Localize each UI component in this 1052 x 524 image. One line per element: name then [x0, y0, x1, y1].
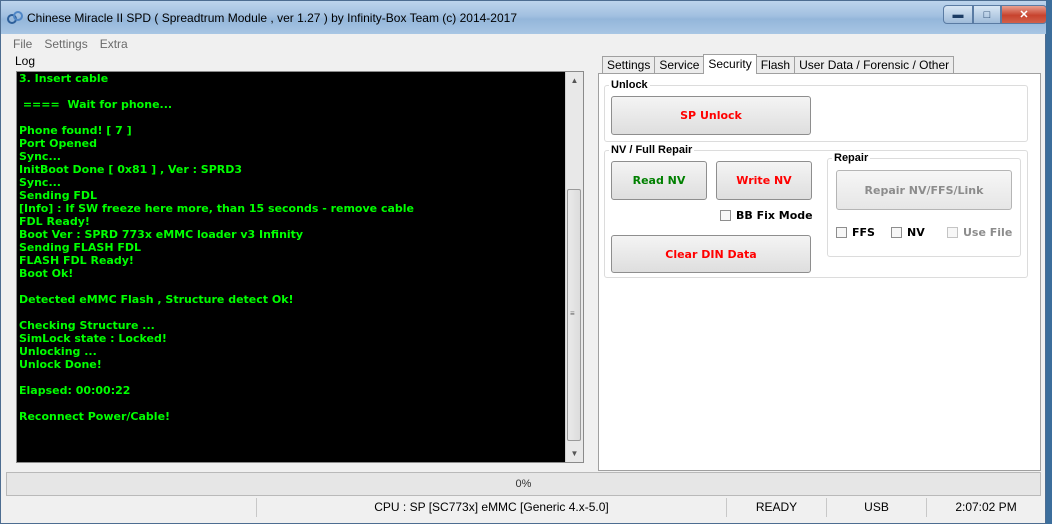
nv-repair-group: NV / Full Repair Read NV Write NV BB Fix… — [604, 144, 1028, 278]
maximize-button[interactable]: □ — [973, 5, 1001, 24]
checkbox-box[interactable] — [836, 227, 847, 238]
status-cpu: CPU : SP [SC773x] eMMC [Generic 4.x-5.0] — [257, 498, 727, 517]
log-line: 3. Insert cable — [19, 72, 109, 85]
sp-unlock-button[interactable]: SP Unlock — [611, 96, 811, 135]
log-line: Unlock Done! — [19, 358, 102, 371]
log-line: FLASH FDL Ready! — [19, 254, 134, 267]
unlock-group-title: Unlock — [609, 79, 650, 91]
progress-text: 0% — [515, 478, 532, 490]
repair-group: Repair Repair NV/FFS/Link FFS NV Use Fil… — [827, 152, 1021, 257]
log-line: [Info] : If SW freeze here more, than 15… — [19, 202, 415, 215]
log-line: Checking Structure ... — [19, 319, 155, 332]
log-text-area[interactable]: 3. Insert cable ==== Wait for phone... Ph… — [19, 72, 564, 460]
log-line: Detected eMMC Flash , Structure detect O… — [19, 293, 294, 306]
use-file-checkbox[interactable]: Use File — [947, 226, 1012, 239]
log-line: ==== Wait for phone... — [19, 98, 173, 111]
progress-bar: 0% — [6, 472, 1041, 496]
checkbox-box[interactable] — [947, 227, 958, 238]
window-title: Chinese Miracle II SPD ( Spreadtrum Modu… — [27, 11, 517, 25]
read-nv-button[interactable]: Read NV — [611, 161, 707, 200]
status-state: READY — [727, 498, 827, 517]
tab-strip: Settings Service Security Flash User Dat… — [602, 54, 955, 74]
log-line: Sync... — [19, 150, 61, 163]
menu-bar: File Settings Extra — [7, 34, 1047, 53]
log-line: Phone found! [ 7 ] — [19, 124, 132, 137]
maximize-icon: □ — [983, 8, 991, 21]
app-window: Chinese Miracle II SPD ( Spreadtrum Modu… — [0, 0, 1047, 524]
title-bar[interactable]: Chinese Miracle II SPD ( Spreadtrum Modu… — [1, 1, 1047, 34]
ffs-checkbox[interactable]: FFS — [836, 226, 875, 239]
security-tab-panel: Unlock SP Unlock NV / Full Repair Read N… — [598, 73, 1041, 471]
repair-nv-ffs-link-button[interactable]: Repair NV/FFS/Link — [836, 170, 1012, 210]
nv-repair-group-title: NV / Full Repair — [609, 144, 695, 156]
window-controls: ▬ □ ✕ — [943, 5, 1047, 24]
log-line: Boot Ok! — [19, 267, 74, 280]
repair-group-title: Repair — [832, 152, 871, 164]
checkbox-box[interactable] — [891, 227, 902, 238]
log-line: SimLock state : Locked! — [19, 332, 167, 345]
menu-settings[interactable]: Settings — [38, 34, 93, 53]
tab-settings[interactable]: Settings — [602, 56, 656, 74]
log-line: Sending FDL — [19, 189, 98, 202]
bb-fix-mode-checkbox[interactable]: BB Fix Mode — [720, 209, 813, 222]
log-label: Log — [15, 54, 36, 68]
close-icon: ✕ — [1019, 9, 1029, 21]
bb-fix-mode-label: BB Fix Mode — [736, 209, 813, 222]
menu-extra[interactable]: Extra — [94, 34, 134, 53]
clear-din-data-button[interactable]: Clear DIN Data — [611, 235, 811, 273]
status-port: USB — [827, 498, 927, 517]
log-line: FDL Ready! — [19, 215, 90, 228]
nv-checkbox[interactable]: NV — [891, 226, 925, 239]
status-time: 2:07:02 PM — [955, 500, 1017, 514]
status-cell-empty — [1, 498, 257, 517]
status-bar: CPU : SP [SC773x] eMMC [Generic 4.x-5.0]… — [1, 498, 1047, 517]
log-line: Elapsed: 00:00:22 — [19, 384, 131, 397]
tab-security[interactable]: Security — [703, 54, 757, 74]
use-file-label: Use File — [963, 226, 1013, 239]
scroll-grip-icon: ≡ — [570, 309, 575, 318]
ffs-label: FFS — [852, 226, 875, 239]
nv-label: NV — [907, 226, 925, 239]
app-icon — [7, 11, 23, 24]
write-nv-button[interactable]: Write NV — [716, 161, 812, 200]
log-line: Boot Ver : SPRD 773x eMMC loader v3 Infi… — [19, 228, 304, 241]
tab-user-data[interactable]: User Data / Forensic / Other — [794, 56, 955, 74]
log-line: Unlocking ... — [19, 345, 97, 358]
log-line: Reconnect Power/Cable! — [19, 410, 171, 423]
tab-flash[interactable]: Flash — [755, 56, 796, 74]
scroll-down-arrow-icon[interactable]: ▼ — [566, 445, 583, 462]
minimize-icon: ▬ — [952, 8, 964, 21]
scroll-up-arrow-icon[interactable]: ▲ — [566, 72, 583, 89]
tab-service[interactable]: Service — [654, 56, 705, 74]
log-line: Sync... — [19, 176, 61, 189]
close-button[interactable]: ✕ — [1001, 5, 1047, 24]
desktop-edge — [1046, 0, 1052, 524]
log-scrollbar[interactable]: ▲ ≡ ▼ — [565, 72, 583, 462]
log-panel[interactable]: 3. Insert cable ==== Wait for phone... Ph… — [16, 71, 584, 463]
log-line: InitBoot Done [ 0x81 ] , Ver : SPRD3 — [19, 163, 243, 176]
unlock-group: Unlock SP Unlock — [604, 79, 1028, 142]
checkbox-box[interactable] — [720, 210, 731, 221]
log-line: Sending FLASH FDL — [19, 241, 142, 254]
minimize-button[interactable]: ▬ — [943, 5, 973, 24]
log-line: Port Opened — [19, 137, 97, 150]
menu-file[interactable]: File — [7, 34, 38, 53]
